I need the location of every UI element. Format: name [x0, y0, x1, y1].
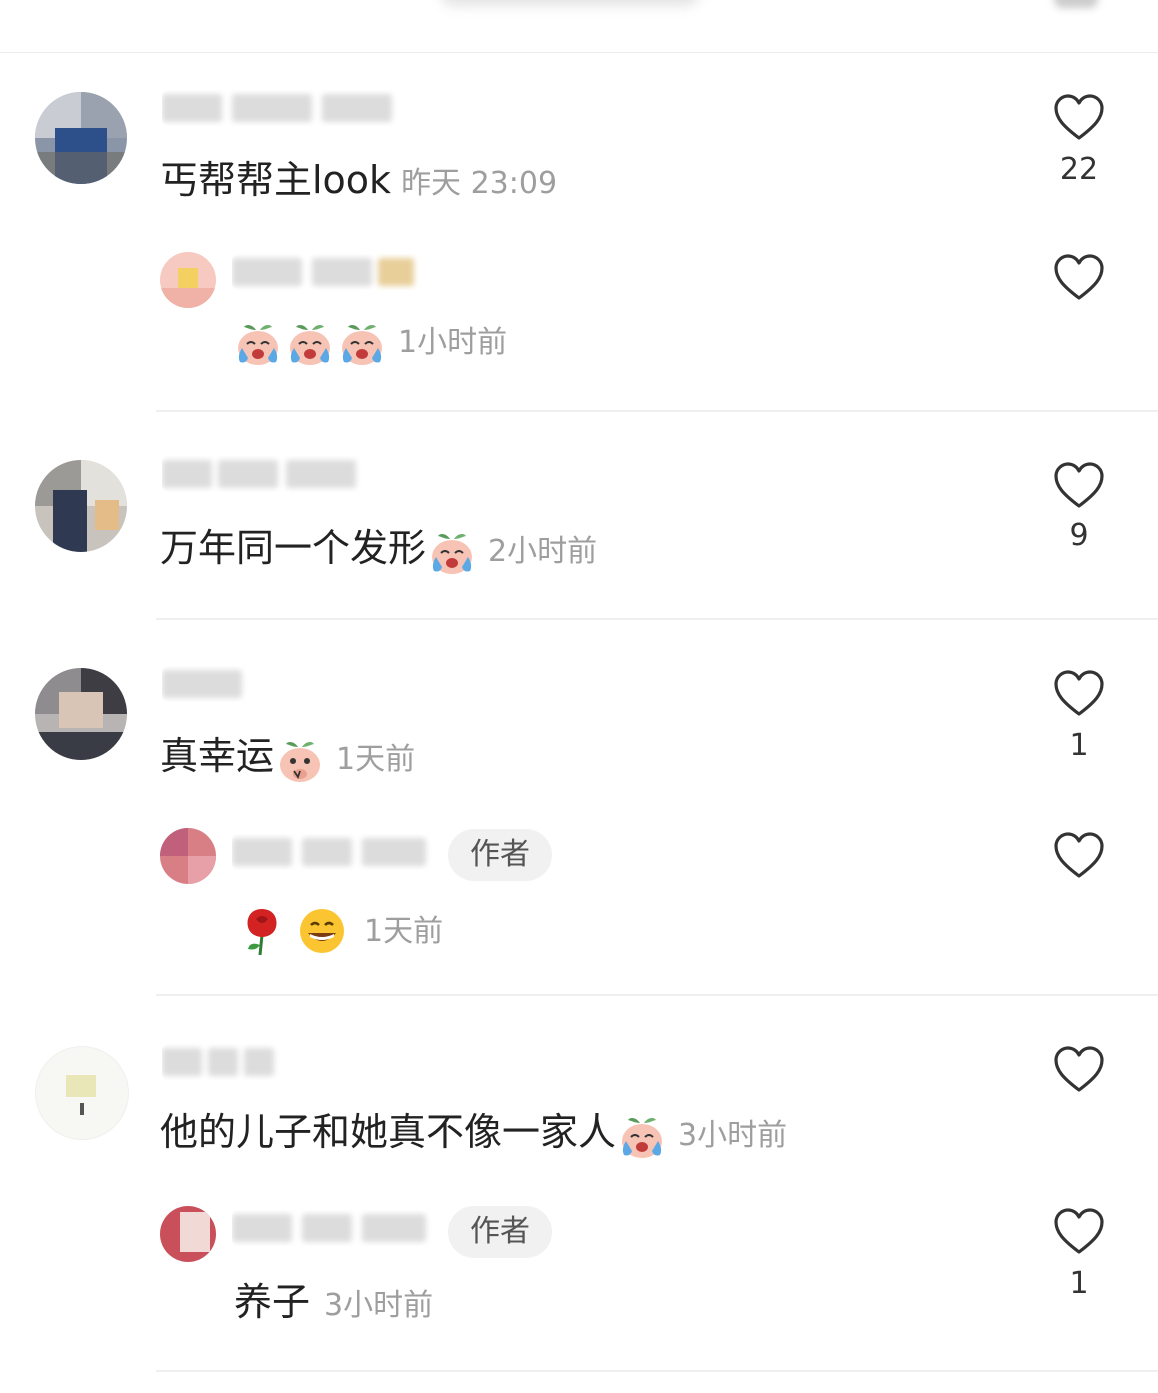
reply-time: 3小时前	[324, 1288, 434, 1323]
like-heart-icon[interactable]	[1053, 832, 1105, 880]
comment-time: 3小时前	[678, 1118, 788, 1153]
crying-peach-emoji	[336, 316, 388, 368]
like-heart-icon[interactable]	[1053, 254, 1105, 302]
reply-avatar[interactable]	[160, 1206, 216, 1262]
username-blurred[interactable]	[162, 1044, 282, 1080]
divider	[156, 994, 1158, 996]
like-count: 22	[1059, 152, 1099, 187]
divider	[156, 410, 1158, 412]
header-bar	[0, 0, 1158, 53]
like-heart-icon[interactable]	[1053, 94, 1105, 142]
reply-text: 1天前	[236, 900, 443, 956]
reply-avatar[interactable]	[160, 828, 216, 884]
avatar[interactable]	[35, 668, 127, 760]
avatar[interactable]	[35, 460, 127, 552]
close-icon[interactable]	[1054, 0, 1098, 8]
crying-peach-emoji	[284, 316, 336, 368]
divider	[156, 618, 1158, 620]
reply-text: 1小时前	[232, 313, 507, 365]
rose-emoji	[236, 905, 288, 957]
avatar[interactable]	[35, 92, 127, 184]
like-heart-icon[interactable]	[1053, 1046, 1105, 1094]
username-blurred[interactable]	[162, 90, 398, 126]
reply-time: 1天前	[364, 914, 444, 949]
like-count: 1	[1069, 728, 1089, 763]
crying-peach-emoji	[616, 1109, 668, 1161]
like-heart-icon[interactable]	[1053, 1208, 1105, 1256]
username-blurred[interactable]	[162, 456, 362, 492]
author-badge: 作者	[448, 829, 552, 881]
comment-text: 他的儿子和她真不像一家人 3小时前	[160, 1106, 787, 1158]
reply-text: 养子 3小时前	[234, 1280, 434, 1324]
crying-peach-emoji	[232, 316, 284, 368]
like-heart-icon[interactable]	[1053, 462, 1105, 510]
reply-username-blurred[interactable]	[232, 254, 432, 290]
comment-text: 真幸运 1天前	[160, 730, 415, 782]
divider	[156, 1370, 1158, 1372]
like-count: 9	[1069, 518, 1089, 553]
reply-username-blurred[interactable]	[232, 1210, 432, 1246]
reply-time: 1小时前	[398, 325, 508, 360]
shy-peach-emoji	[274, 733, 326, 785]
avatar[interactable]	[35, 1046, 129, 1140]
reply-username-blurred[interactable]	[232, 834, 432, 870]
comment-time: 昨天 23:09	[401, 166, 558, 201]
grinning-face-emoji	[296, 905, 348, 957]
comment-time: 1天前	[336, 742, 416, 777]
comment-text: 万年同一个发形 2小时前	[160, 522, 597, 574]
crying-peach-emoji	[426, 525, 478, 577]
like-count: 1	[1069, 1266, 1089, 1301]
comment-text: 丐帮帮主look 昨天 23:09	[160, 158, 558, 202]
username-blurred[interactable]	[162, 666, 252, 702]
header-title-fragment	[440, 0, 700, 6]
comment-time: 2小时前	[488, 534, 598, 569]
author-badge: 作者	[448, 1206, 552, 1258]
reply-avatar[interactable]	[160, 252, 216, 308]
like-heart-icon[interactable]	[1053, 670, 1105, 718]
